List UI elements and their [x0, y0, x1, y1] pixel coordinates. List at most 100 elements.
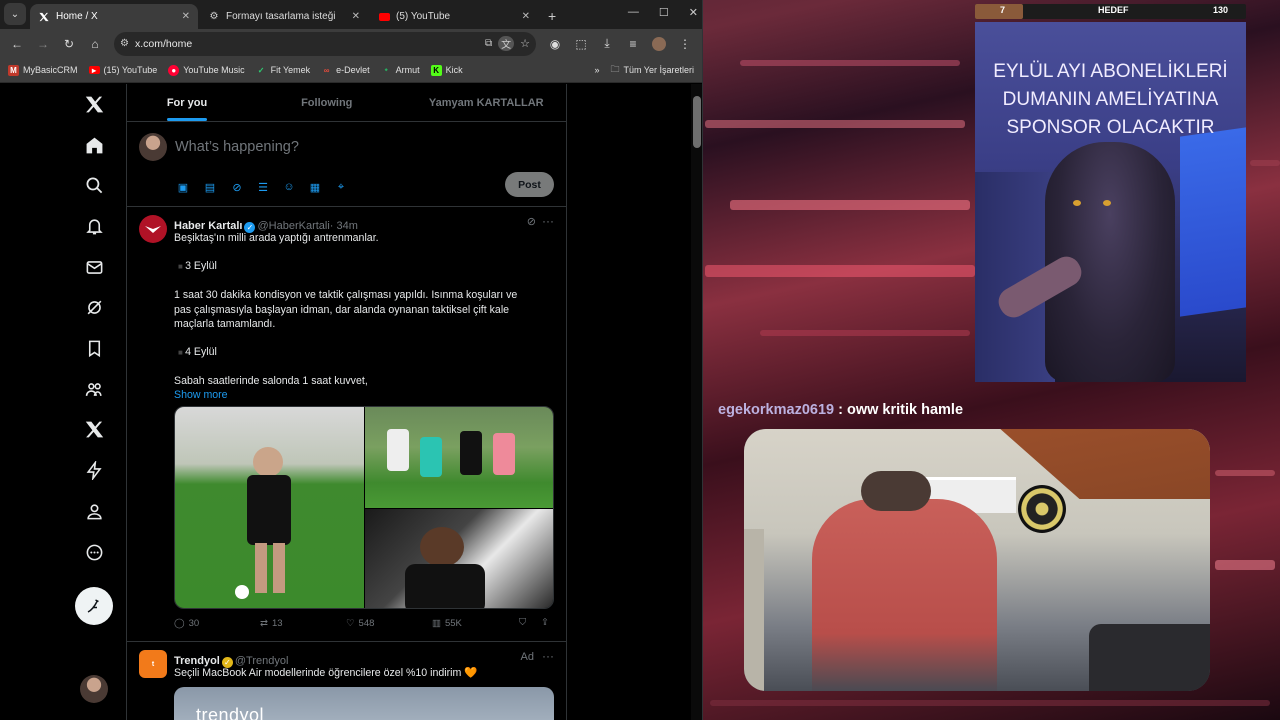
tab-title: Formayı tasarlama isteği — [226, 11, 336, 22]
bookmark-armut[interactable]: ⬩ Armut — [381, 65, 420, 76]
close-tab-icon[interactable]: ✕ — [182, 11, 190, 22]
account-avatar[interactable] — [80, 675, 108, 703]
feather-plus-icon — [87, 599, 99, 613]
close-tab-icon[interactable]: ✕ — [352, 11, 360, 22]
emoji-icon[interactable]: ☺ — [282, 180, 296, 194]
verified-orgs-lightning-icon[interactable] — [82, 458, 106, 482]
schedule-icon[interactable]: ▦ — [308, 180, 322, 194]
download-icon[interactable]: ⤓ — [596, 33, 618, 55]
grok-icon[interactable] — [82, 295, 106, 319]
scroll-thumb[interactable] — [693, 96, 701, 148]
profile-avatar-icon[interactable] — [648, 33, 670, 55]
tab-title: (5) YouTube — [396, 11, 451, 22]
new-tab-button[interactable]: + — [548, 8, 556, 24]
bookmark-kick[interactable]: K Kick — [430, 64, 463, 76]
tweet-more-icon[interactable]: ··· — [542, 649, 554, 663]
eagle-logo-icon — [145, 226, 161, 233]
home-icon[interactable] — [82, 133, 106, 157]
poll-icon[interactable]: ☰ — [256, 180, 270, 194]
like-button[interactable]: ♡ 548 — [346, 618, 374, 629]
post-button[interactable]: Post — [505, 172, 554, 197]
home-icon[interactable]: ⌂ — [84, 33, 106, 55]
x-logo-icon[interactable] — [82, 92, 106, 116]
grok-analyze-icon[interactable]: ⊘ — [527, 215, 536, 228]
bookmark-youtube[interactable]: ▸ (15) YouTube — [88, 65, 157, 75]
tab-for-you[interactable]: For you — [127, 84, 247, 121]
youtube-icon — [378, 11, 390, 23]
goal-progress-fill — [975, 4, 1023, 19]
show-more-link[interactable]: Show more — [174, 388, 554, 402]
share-button[interactable]: ⇪ — [541, 617, 549, 628]
browser-toolbar: ← → ↻ ⌂ ⚙ x.com/home ⧉ 文 ☆ ◉ ⬚ ⤓ ≡ ⋮ — [0, 29, 702, 58]
maximize-icon[interactable]: ☐ — [659, 6, 669, 19]
bookmark-youtube-music[interactable]: ● YouTube Music — [168, 64, 245, 76]
location-icon[interactable]: ⌖ — [334, 180, 348, 194]
install-app-icon[interactable]: ⧉ — [485, 38, 492, 49]
bookmark-button[interactable]: ⛉ — [519, 617, 526, 628]
reload-icon[interactable]: ↻ — [58, 33, 80, 55]
bookmark-mybasiccrm[interactable]: M MyBasicCRM — [8, 64, 78, 76]
crm-icon: M — [8, 64, 19, 76]
compose-input[interactable]: What’s happening? — [175, 139, 299, 155]
streamer-camera-feed — [744, 429, 1210, 691]
bookmark-fit-yemek[interactable]: ✓ Fit Yemek — [256, 65, 310, 76]
profile-icon[interactable] — [82, 499, 106, 523]
compose-post-button[interactable] — [75, 587, 113, 625]
trendyol-avatar[interactable]: t — [139, 650, 167, 678]
training-photo-3[interactable] — [365, 509, 553, 608]
more-options-icon[interactable] — [82, 540, 106, 564]
chatgpt-extension-icon[interactable]: ◉ — [544, 33, 566, 55]
all-bookmarks-folder[interactable]: 🗀 Tüm Yer İşaretleri — [610, 62, 694, 78]
promoted-tweet[interactable]: t Trendyol ✓ @Trendyol Ad ··· Seçili MacBo… — [127, 642, 566, 720]
x-logo-icon — [38, 11, 50, 23]
repost-button[interactable]: ⇄ 13 — [260, 618, 283, 629]
tab-home-x[interactable]: Home / X ✕ — [30, 4, 198, 29]
bookmark-e-devlet[interactable]: ∞ e-Devlet — [321, 65, 370, 76]
views-button[interactable]: ▥ 55K — [432, 618, 462, 629]
training-photo-2[interactable] — [365, 407, 553, 508]
armut-icon: ⬩ — [384, 65, 388, 74]
ad-media[interactable]: trendyol — [174, 687, 554, 720]
extensions-icon[interactable]: ⬚ — [570, 33, 592, 55]
tweet-media-grid[interactable] — [174, 406, 554, 609]
communities-icon[interactable] — [82, 377, 106, 401]
more-menu-icon[interactable]: ⋮ — [674, 33, 696, 55]
premium-x-icon[interactable] — [82, 417, 106, 441]
messages-envelope-icon[interactable] — [82, 255, 106, 279]
translate-icon[interactable]: 文 — [498, 36, 515, 51]
notifications-bell-icon[interactable] — [82, 214, 106, 238]
reply-button[interactable]: ◯ 30 — [174, 618, 199, 629]
tab-youtube[interactable]: (5) YouTube ✕ — [370, 4, 538, 29]
left-navigation — [62, 84, 127, 720]
media-control-icon[interactable]: ≡ — [622, 33, 644, 55]
search-icon[interactable] — [82, 173, 106, 197]
back-icon[interactable]: ← — [6, 33, 28, 55]
training-photo-1[interactable] — [175, 407, 364, 608]
grok-icon[interactable]: ⊘ — [230, 180, 244, 194]
ad-media-text: trendyol — [196, 705, 265, 720]
user-avatar — [139, 133, 167, 161]
haber-kartali-avatar[interactable] — [139, 215, 167, 243]
media-icon[interactable]: ▣ — [176, 180, 190, 194]
site-info-icon[interactable]: ⚙ — [120, 38, 129, 49]
forward-icon[interactable]: → — [32, 33, 54, 55]
chat-text: oww kritik hamle — [846, 402, 964, 418]
gif-icon[interactable]: ▤ — [203, 180, 217, 194]
bookmarks-icon[interactable] — [82, 336, 106, 360]
close-tab-icon[interactable]: ✕ — [522, 11, 530, 22]
tab-following[interactable]: Following — [247, 84, 407, 121]
tab-yamyam-kartallar[interactable]: Yamyam KARTALLAR — [407, 84, 567, 121]
bookmarks-overflow-icon[interactable]: » — [594, 65, 599, 75]
address-bar[interactable]: ⚙ x.com/home ⧉ 文 ☆ — [114, 31, 536, 56]
goal-current: 7 — [1000, 5, 1006, 15]
tweet[interactable]: Haber Kartalı ✓ @HaberKartali· 34m ⊘ ··· B… — [127, 207, 566, 642]
page-scrollbar[interactable] — [691, 84, 702, 720]
bookmark-star-icon[interactable]: ☆ — [520, 37, 530, 50]
announcement-text: EYLÜL AYI ABONELİKLERİ DUMANIN AMELİYATI… — [993, 61, 1228, 138]
tab-search-button[interactable]: ⌄ — [4, 3, 26, 25]
tab-chatgpt[interactable]: ⚙ Formayı tasarlama isteği ✕ — [200, 4, 368, 29]
tweet-more-icon[interactable]: ··· — [542, 214, 554, 228]
minimize-icon[interactable]: — — [628, 6, 639, 19]
tab-strip: ⌄ Home / X ✕ ⚙ Formayı tasarlama isteği … — [0, 0, 702, 29]
close-window-icon[interactable]: ✕ — [689, 6, 698, 19]
